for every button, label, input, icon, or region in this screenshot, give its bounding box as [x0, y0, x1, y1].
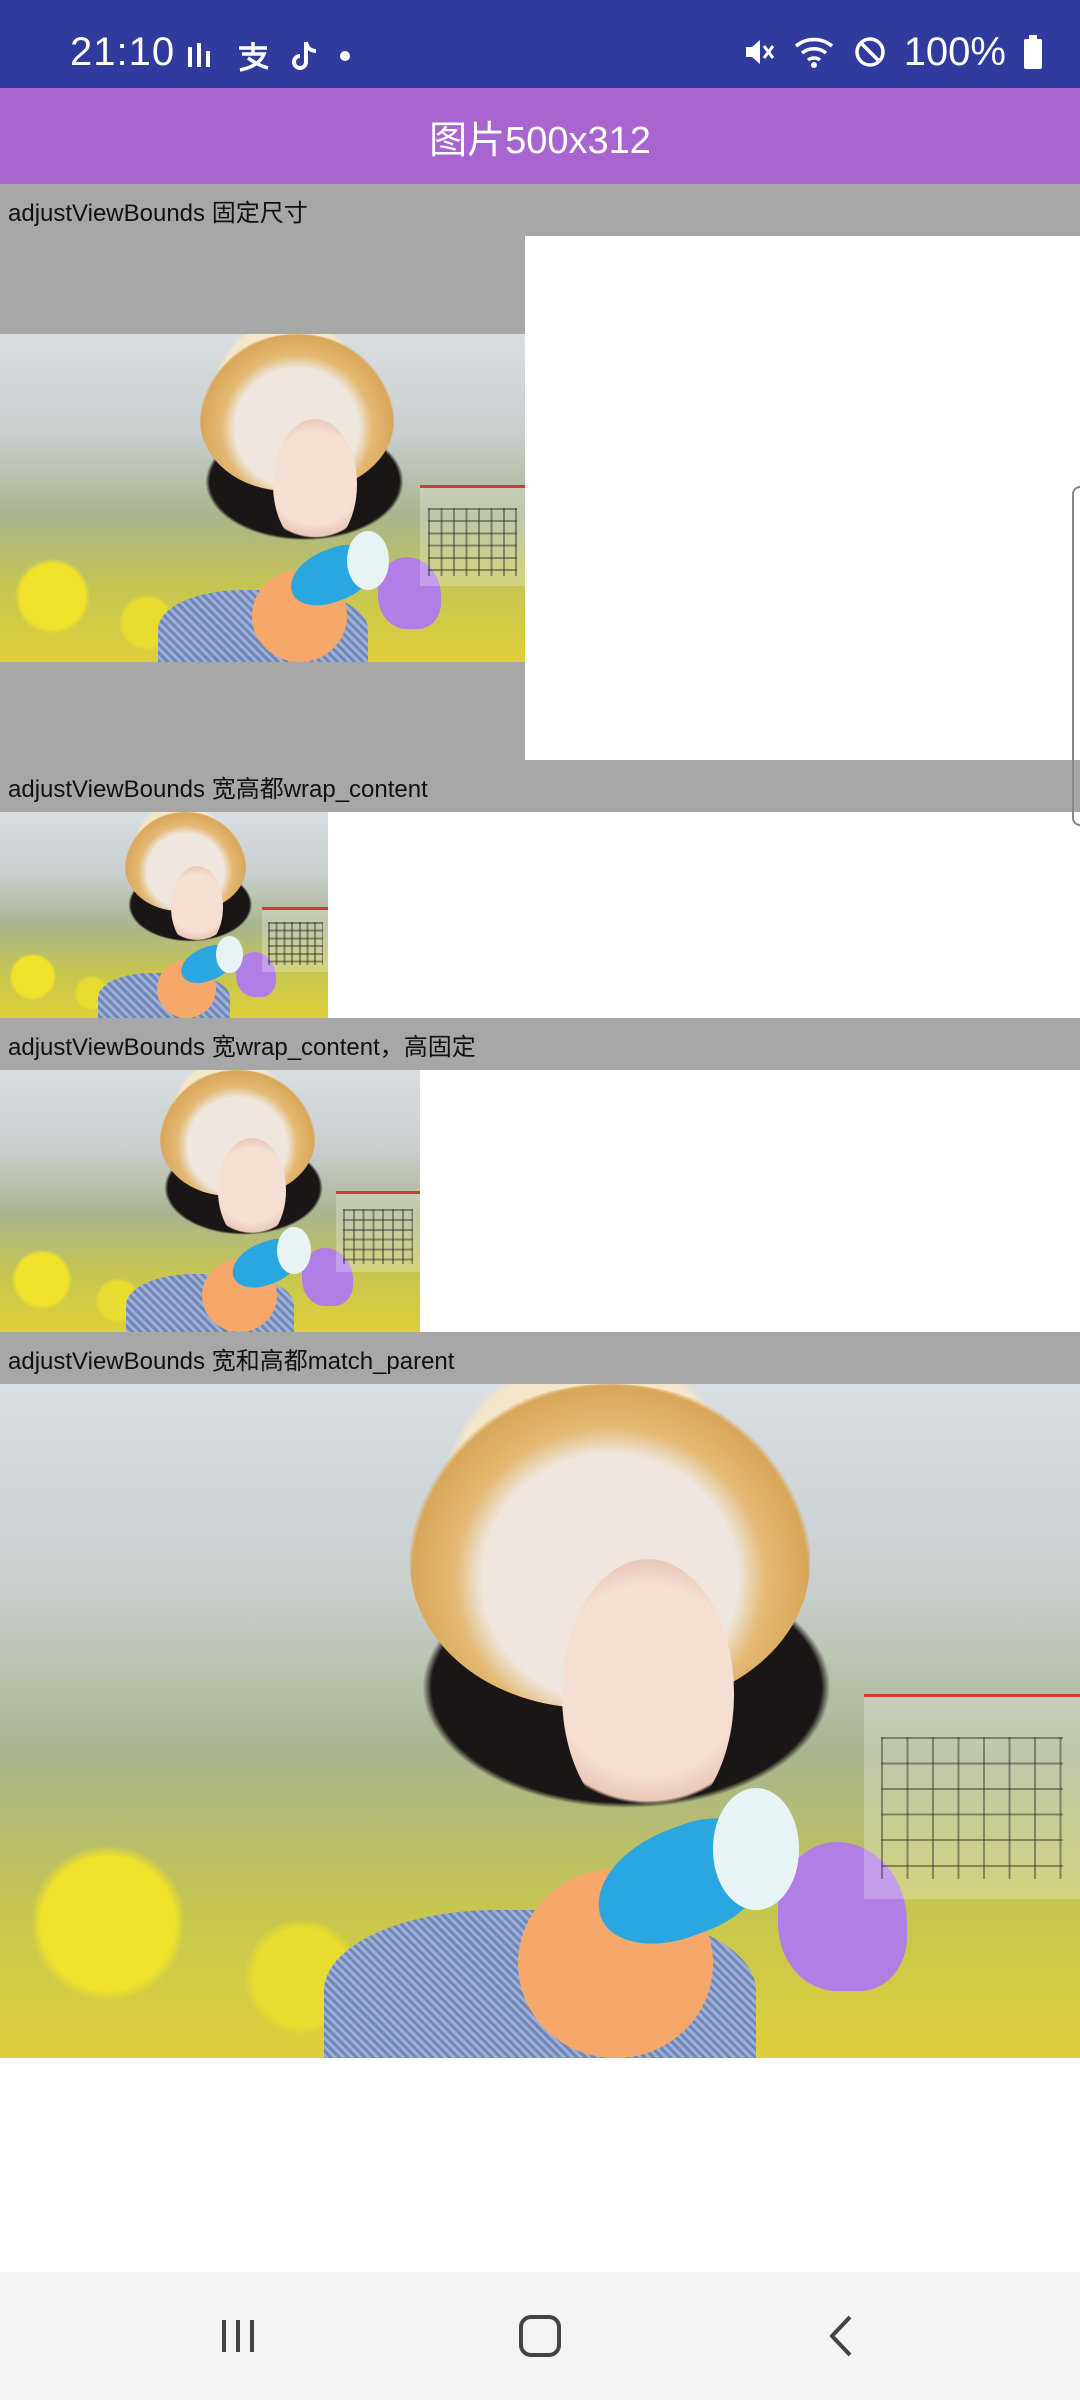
back-icon: [829, 2315, 852, 2357]
audio-bars-icon: [188, 43, 210, 67]
girl-photo: [0, 1384, 1080, 2058]
battery-percent: 100%: [903, 29, 1006, 74]
image-view-fixed-size: [0, 236, 525, 760]
battery-icon: [1024, 35, 1042, 69]
recent-apps-icon: [222, 2320, 254, 2352]
navigation-bar: [0, 2272, 1080, 2400]
alipay-icon: [239, 42, 269, 72]
mute-icon: [745, 40, 774, 64]
scroll-indicator[interactable]: [1072, 486, 1080, 826]
home-icon: [519, 2315, 561, 2357]
image-view-wrap-width-fixed-height: [0, 1070, 420, 1332]
back-button[interactable]: [762, 2272, 922, 2400]
app-bar: 图片500x312: [0, 88, 1080, 184]
blocked-icon: [854, 37, 885, 67]
status-left-icons: [186, 36, 352, 76]
girl-photo: [0, 334, 525, 662]
status-right-icons: 100%: [740, 30, 1044, 74]
tiktok-icon: [292, 41, 317, 70]
recent-apps-button[interactable]: [158, 2272, 318, 2400]
image-view-wrap-content: [0, 812, 328, 1018]
page-title: 图片500x312: [429, 119, 651, 162]
section-label-match-parent: adjustViewBounds 宽和高都match_parent: [0, 1332, 1080, 1384]
status-bar: 21:10 100%: [0, 0, 1080, 88]
home-button[interactable]: [460, 2272, 620, 2400]
section-label-wrap-width-fixed-height: adjustViewBounds 宽wrap_content，高固定: [0, 1018, 1080, 1070]
image-view-match-parent: [0, 1384, 1080, 2058]
girl-photo: [0, 1070, 420, 1332]
section-label-fixed-size: adjustViewBounds 固定尺寸: [0, 184, 1080, 236]
wifi-icon: [794, 37, 833, 68]
status-time: 21:10: [70, 30, 176, 74]
girl-photo: [0, 812, 328, 1018]
dot-icon: [340, 51, 350, 61]
section-label-wrap-content: adjustViewBounds 宽高都wrap_content: [0, 760, 1080, 812]
